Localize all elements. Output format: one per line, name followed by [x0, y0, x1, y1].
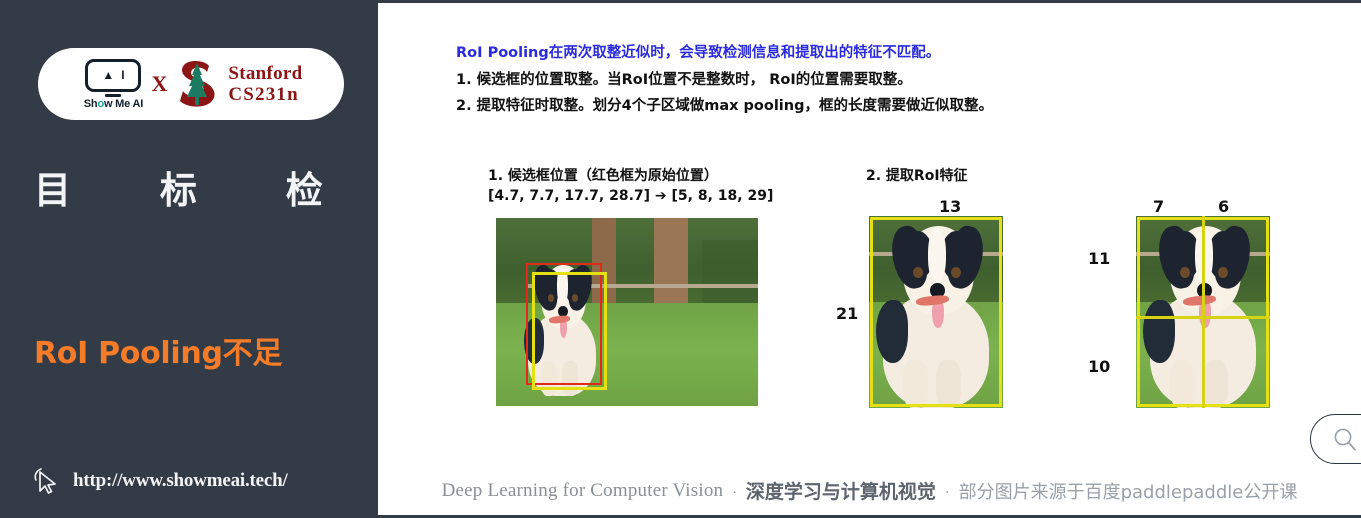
- slide-page: ▲ I Show Me AI X Stanford CS231n 目 标 检 测…: [0, 0, 1361, 518]
- roi-grid-vertical: [1202, 216, 1205, 408]
- bullet-list: RoI Pooling在两次取整近似时，会导致检测信息和提取出的特征不匹配。 1…: [456, 46, 1096, 126]
- cross-symbol: X: [151, 71, 168, 96]
- panel-mid-height-label: 21: [836, 304, 859, 323]
- panel-mid-width-label: 13: [939, 197, 962, 216]
- showmeai-wordmark: Show Me AI: [83, 97, 144, 110]
- panel-left-caption-line2: [4.7, 7.7, 17.7, 28.7] ➔ [5, 8, 18, 29]: [488, 188, 774, 205]
- showmeai-logo: ▲ I Show Me AI: [79, 58, 147, 110]
- bullet-heading: RoI Pooling在两次取整近似时，会导致检测信息和提取出的特征不匹配。: [456, 45, 941, 61]
- left-sidebar: ▲ I Show Me AI X Stanford CS231n 目 标 检 测…: [0, 0, 487, 518]
- panel-right-mid-left-label: 11: [1088, 249, 1111, 268]
- footer-cn-source-text: 部分图片来源于百度paddlepaddle公开课: [958, 481, 1298, 503]
- panel-right-bottom-left-label: 10: [1088, 357, 1111, 376]
- sidebar-heading: 目 标 检 测: [34, 169, 487, 212]
- roi-box-yellow: [870, 217, 1002, 407]
- robot-icon-bar: I: [121, 68, 125, 82]
- page-title: RoI Pooling不足: [34, 336, 283, 371]
- panel-left-caption-line1: 1. 候选框位置（红色框为原始位置）: [488, 168, 718, 184]
- rounded-roi-box-yellow: [532, 272, 607, 390]
- robot-monitor-icon: ▲ I: [85, 58, 142, 92]
- bullet-item-2: 2. 提取特征时取整。划分4个子区域做max pooling，框的长度需要做近似…: [456, 98, 993, 114]
- slide-canvas: RoI Pooling在两次取整近似时，会导致检测信息和提取出的特征不匹配。 1…: [378, 0, 1361, 518]
- panel-mid-caption: 2. 提取RoI特征: [866, 168, 968, 184]
- brand-logo-pill: ▲ I Show Me AI X Stanford CS231n: [38, 48, 344, 120]
- stanford-cs231n-text: Stanford CS231n: [228, 63, 302, 106]
- roi-grid-horizontal: [1136, 316, 1270, 319]
- stanford-label: Stanford: [228, 62, 303, 84]
- course-code-label: CS231n: [228, 84, 299, 105]
- cursor-pointer-icon: [34, 468, 56, 494]
- footer-en-text: Deep Learning for Computer Vision: [441, 479, 724, 501]
- slide-footer: Deep Learning for Computer Vision · 深度学习…: [378, 477, 1361, 504]
- sidebar-url-row[interactable]: http://www.showmeai.tech/: [32, 466, 288, 496]
- panel-right-top-right-label: 6: [1218, 197, 1230, 216]
- wechat-search-pill[interactable]: 搜索｜微信 ShowMeAI 研究中心: [1310, 414, 1361, 464]
- panel-right-photo: [1136, 216, 1270, 408]
- website-url[interactable]: http://www.showmeai.tech/: [73, 470, 288, 492]
- stanford-tree-s-icon: [175, 57, 219, 111]
- panel-left-photo: [496, 218, 758, 406]
- panel-right-top-left-label: 7: [1153, 197, 1165, 216]
- panel-mid-photo: [869, 216, 1003, 408]
- footer-separator-2: ·: [944, 482, 950, 499]
- footer-separator-1: ·: [732, 482, 737, 499]
- panel-left-caption: 1. 候选框位置（红色框为原始位置） [4.7, 7.7, 17.7, 28.7…: [488, 166, 773, 207]
- search-icon: [1334, 428, 1356, 451]
- robot-neck: [105, 93, 122, 97]
- bullet-item-1: 1. 候选框的位置取整。当RoI位置不是整数时， RoI的位置需要取整。: [456, 71, 912, 88]
- slide-top-border: [378, 0, 1361, 3]
- footer-cn-bold-text: 深度学习与计算机视觉: [745, 481, 936, 503]
- robot-icon-glyph: ▲: [102, 68, 115, 82]
